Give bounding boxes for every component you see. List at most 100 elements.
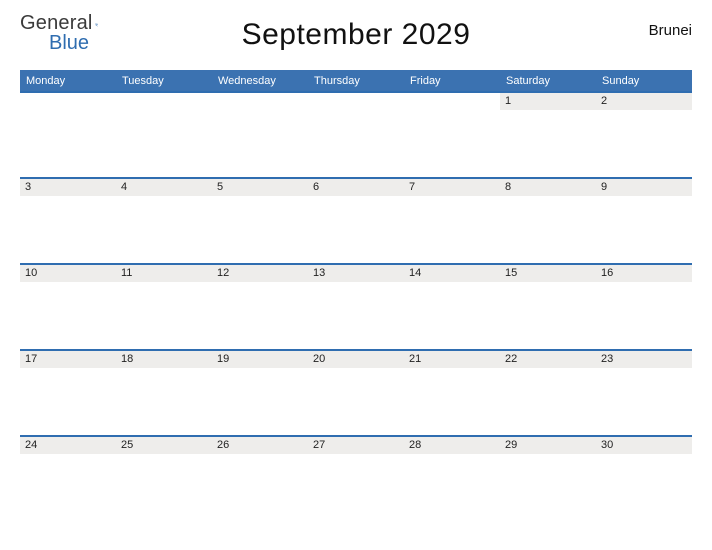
day-number: 4 — [116, 179, 212, 196]
day-number: 6 — [308, 179, 404, 196]
day-body — [596, 454, 692, 521]
day-cell: 14 — [404, 265, 500, 349]
region-label: Brunei — [649, 22, 692, 39]
day-number: 25 — [116, 437, 212, 454]
day-cell: 18 — [116, 351, 212, 435]
day-body — [212, 368, 308, 435]
weekday-label: Monday — [20, 71, 116, 91]
day-cell: 2 — [596, 93, 692, 177]
day-body — [212, 110, 308, 177]
page-title: September 2029 — [242, 18, 471, 52]
day-cell: 17 — [20, 351, 116, 435]
day-number: 16 — [596, 265, 692, 282]
day-body — [116, 368, 212, 435]
week-row: 17181920212223 — [20, 349, 692, 435]
day-number: 22 — [500, 351, 596, 368]
day-cell: 11 — [116, 265, 212, 349]
weekday-label: Saturday — [500, 71, 596, 91]
day-body — [20, 110, 116, 177]
day-cell: 28 — [404, 437, 500, 521]
day-number: 17 — [20, 351, 116, 368]
day-body — [20, 368, 116, 435]
day-cell: 23 — [596, 351, 692, 435]
day-cell: 27 — [308, 437, 404, 521]
day-body — [212, 196, 308, 263]
day-body — [20, 454, 116, 521]
day-body — [20, 282, 116, 349]
weekday-label: Thursday — [308, 71, 404, 91]
day-cell: 1 — [500, 93, 596, 177]
day-cell: 13 — [308, 265, 404, 349]
day-number — [404, 93, 500, 110]
day-cell: 10 — [20, 265, 116, 349]
weekday-label: Friday — [404, 71, 500, 91]
day-number: 20 — [308, 351, 404, 368]
day-body — [500, 368, 596, 435]
day-number: 14 — [404, 265, 500, 282]
day-cell: 7 — [404, 179, 500, 263]
day-number: 8 — [500, 179, 596, 196]
day-cell: 15 — [500, 265, 596, 349]
day-cell — [116, 93, 212, 177]
brand-word2-wrap: Blue — [48, 32, 89, 55]
day-cell: 30 — [596, 437, 692, 521]
day-body — [404, 454, 500, 521]
week-row: 12 — [20, 91, 692, 177]
day-body — [404, 282, 500, 349]
day-cell: 8 — [500, 179, 596, 263]
week-row: 24252627282930 — [20, 435, 692, 521]
day-cell: 12 — [212, 265, 308, 349]
day-body — [500, 196, 596, 263]
weeks: 1234567891011121314151617181920212223242… — [20, 91, 692, 521]
day-number: 19 — [212, 351, 308, 368]
day-cell: 21 — [404, 351, 500, 435]
day-body — [212, 282, 308, 349]
brand-swoosh-icon — [95, 16, 98, 34]
day-body — [500, 454, 596, 521]
day-number — [20, 93, 116, 110]
day-cell: 25 — [116, 437, 212, 521]
day-cell: 22 — [500, 351, 596, 435]
day-number: 13 — [308, 265, 404, 282]
day-cell: 20 — [308, 351, 404, 435]
day-cell: 3 — [20, 179, 116, 263]
day-cell: 19 — [212, 351, 308, 435]
day-cell — [20, 93, 116, 177]
day-body — [20, 196, 116, 263]
day-body — [212, 454, 308, 521]
day-number: 24 — [20, 437, 116, 454]
day-body — [308, 368, 404, 435]
day-cell — [404, 93, 500, 177]
day-cell: 16 — [596, 265, 692, 349]
day-number: 21 — [404, 351, 500, 368]
day-cell: 5 — [212, 179, 308, 263]
day-cell: 4 — [116, 179, 212, 263]
day-cell: 29 — [500, 437, 596, 521]
day-number: 26 — [212, 437, 308, 454]
day-number: 1 — [500, 93, 596, 110]
weekday-header: Monday Tuesday Wednesday Thursday Friday… — [20, 70, 692, 91]
day-number: 18 — [116, 351, 212, 368]
week-row: 10111213141516 — [20, 263, 692, 349]
day-body — [308, 282, 404, 349]
day-number: 23 — [596, 351, 692, 368]
day-body — [404, 196, 500, 263]
day-number: 9 — [596, 179, 692, 196]
day-number: 2 — [596, 93, 692, 110]
day-number: 15 — [500, 265, 596, 282]
day-cell — [212, 93, 308, 177]
day-number: 5 — [212, 179, 308, 196]
day-body — [500, 110, 596, 177]
day-number: 28 — [404, 437, 500, 454]
calendar: Monday Tuesday Wednesday Thursday Friday… — [20, 70, 692, 521]
day-body — [404, 368, 500, 435]
day-body — [404, 110, 500, 177]
week-row: 3456789 — [20, 177, 692, 263]
day-body — [116, 196, 212, 263]
day-body — [308, 454, 404, 521]
day-number: 3 — [20, 179, 116, 196]
day-number: 29 — [500, 437, 596, 454]
day-body — [596, 282, 692, 349]
brand-word2: Blue — [49, 32, 89, 55]
day-body — [596, 110, 692, 177]
